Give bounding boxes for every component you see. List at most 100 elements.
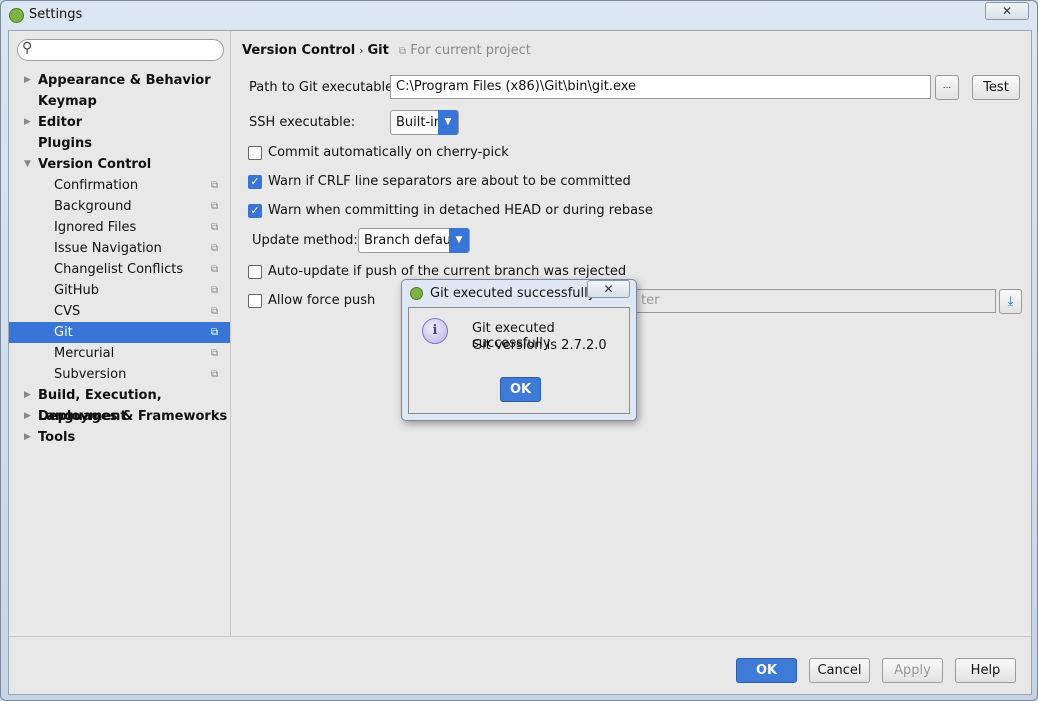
project-scope-icon: ⧉ <box>211 327 219 338</box>
sidebar-item-label: Issue Navigation <box>54 241 162 256</box>
sidebar-item-label: Background <box>54 199 132 214</box>
ssh-executable-select[interactable]: Built-in ▼ <box>390 110 459 135</box>
sidebar-item-label: Keymap <box>38 94 97 109</box>
git-path-label: Path to Git executable: <box>249 80 398 95</box>
sidebar-item-background[interactable]: Background ⧉ <box>9 196 230 217</box>
breadcrumb: Version Control › Git ⧉ For current proj… <box>242 43 531 58</box>
sidebar-item-label: Ignored Files <box>54 220 137 235</box>
sidebar-item-cvs[interactable]: CVS ⧉ <box>9 301 230 322</box>
sidebar-item-plugins[interactable]: Plugins <box>9 133 230 154</box>
sidebar-item-label: Languages & Frameworks <box>38 409 228 424</box>
scope-label: For current project <box>410 43 531 58</box>
auto-update-checkbox[interactable] <box>248 265 262 279</box>
collapsed-arrow-icon[interactable]: ▶ <box>24 385 31 406</box>
git-path-input[interactable]: C:\Program Files (x86)\Git\bin\git.exe <box>390 75 931 99</box>
project-scope-icon: ⧉ <box>211 348 219 359</box>
sidebar-item-changelist-conflicts[interactable]: Changelist Conflicts ⧉ <box>9 259 230 280</box>
sidebar-item-build-execution-deployment[interactable]: ▶ Build, Execution, Deployment <box>9 385 230 424</box>
help-button[interactable]: Help <box>955 658 1016 683</box>
sidebar-item-editor[interactable]: ▶ Editor <box>9 112 230 133</box>
project-scope-icon: ⧉ <box>211 285 219 296</box>
project-scope-icon: ⧉ <box>211 243 219 254</box>
test-button[interactable]: Test <box>972 75 1020 100</box>
project-scope-icon: ⧉ <box>211 264 219 275</box>
dialog-message-line2: Git version is 2.7.2.0 <box>472 338 607 353</box>
detached-head-checkbox[interactable]: ✓ <box>248 204 262 218</box>
crlf-label: Warn if CRLF line separators are about t… <box>268 174 631 189</box>
sidebar-item-git[interactable]: Git ⧉ <box>9 322 230 343</box>
sidebar-item-label: Mercurial <box>54 346 115 361</box>
sidebar-item-label: GitHub <box>54 283 100 298</box>
sidebar-item-label: Changelist Conflicts <box>54 262 184 277</box>
breadcrumb-separator: › <box>359 46 364 57</box>
sidebar-item-issue-navigation[interactable]: Issue Navigation ⧉ <box>9 238 230 259</box>
detached-head-label: Warn when committing in detached HEAD or… <box>268 203 653 218</box>
ssh-label: SSH executable: <box>249 115 356 130</box>
cancel-button[interactable]: Cancel <box>809 658 870 683</box>
sidebar-item-label: Git <box>54 325 73 340</box>
sidebar-item-label: Subversion <box>54 367 127 382</box>
settings-search-input[interactable]: ⚲ <box>17 39 224 61</box>
crlf-checkbox[interactable]: ✓ <box>248 175 262 189</box>
update-method-value: Branch default <box>364 233 460 248</box>
protected-branches-edit-button[interactable]: ⤓ <box>999 289 1022 314</box>
settings-sidebar: ⚲ ▶ Appearance & Behavior Keymap ▶ Editor Plu… <box>9 31 231 636</box>
collapsed-arrow-icon[interactable]: ▶ <box>24 112 31 133</box>
sidebar-item-label: Editor <box>38 115 83 130</box>
project-scope-icon: ⧉ <box>211 306 219 317</box>
project-scope-icon: ⧉ <box>211 201 219 212</box>
update-method-label: Update method: <box>252 233 358 248</box>
android-studio-icon <box>410 287 423 300</box>
git-success-dialog: Git executed successfully ✕ i Git execut… <box>401 279 637 421</box>
browse-button[interactable]: ... <box>935 75 959 100</box>
sidebar-item-subversion[interactable]: Subversion ⧉ <box>9 364 230 385</box>
sidebar-item-version-control[interactable]: ▼ Version Control <box>9 154 230 175</box>
window-close-button[interactable]: ✕ <box>985 2 1029 20</box>
dialog-close-button[interactable]: ✕ <box>587 280 630 298</box>
force-push-checkbox[interactable] <box>248 294 262 308</box>
collapsed-arrow-icon[interactable]: ▶ <box>24 70 31 91</box>
android-studio-icon <box>9 8 24 23</box>
dialog-footer: OK Cancel Apply Help <box>9 636 1031 694</box>
sidebar-item-label: Appearance & Behavior <box>38 73 211 88</box>
sidebar-item-label: Confirmation <box>54 178 139 193</box>
ok-button[interactable]: OK <box>736 658 797 683</box>
update-method-select[interactable]: Branch default ▼ <box>358 228 470 253</box>
sidebar-item-label: CVS <box>54 304 81 319</box>
chevron-down-icon: ▼ <box>449 228 469 253</box>
sidebar-item-appearance-behavior[interactable]: ▶ Appearance & Behavior <box>9 70 230 91</box>
sidebar-item-keymap[interactable]: Keymap <box>9 91 230 112</box>
breadcrumb-current: Git <box>367 43 389 58</box>
sidebar-item-label: Plugins <box>38 136 92 151</box>
project-scope-icon: ⧉ <box>211 369 219 380</box>
auto-update-label: Auto-update if push of the current branc… <box>268 264 627 279</box>
expanded-arrow-icon[interactable]: ▼ <box>24 154 31 175</box>
collapsed-arrow-icon[interactable]: ▶ <box>24 427 31 448</box>
dialog-title: Git executed successfully <box>430 286 596 301</box>
project-scope-icon: ⧉ <box>399 46 407 57</box>
sidebar-item-github[interactable]: GitHub ⧉ <box>9 280 230 301</box>
sidebar-item-label: Version Control <box>38 157 152 172</box>
project-scope-icon: ⧉ <box>211 180 219 191</box>
sidebar-item-mercurial[interactable]: Mercurial ⧉ <box>9 343 230 364</box>
sidebar-item-tools[interactable]: ▶ Tools <box>9 427 230 448</box>
breadcrumb-parent: Version Control <box>242 43 356 58</box>
sidebar-item-confirmation[interactable]: Confirmation ⧉ <box>9 175 230 196</box>
sidebar-item-label: Tools <box>38 430 76 445</box>
sidebar-item-ignored-files[interactable]: Ignored Files ⧉ <box>9 217 230 238</box>
chevron-down-icon: ▼ <box>438 110 458 135</box>
apply-button[interactable]: Apply <box>882 658 943 683</box>
sidebar-item-languages-frameworks[interactable]: ▶ Languages & Frameworks <box>9 406 230 427</box>
protected-branches-input[interactable]: ter <box>612 289 996 313</box>
info-icon: i <box>422 318 448 344</box>
ssh-value: Built-in <box>396 115 443 130</box>
protected-branches-text: ter <box>641 293 660 308</box>
window-title: Settings <box>29 7 83 22</box>
collapsed-arrow-icon[interactable]: ▶ <box>24 406 31 427</box>
search-icon: ⚲ <box>22 40 33 56</box>
dialog-ok-button[interactable]: OK <box>500 377 541 402</box>
cherry-pick-checkbox[interactable] <box>248 146 262 160</box>
force-push-label: Allow force push <box>268 293 376 308</box>
project-scope-icon: ⧉ <box>211 222 219 233</box>
cherry-pick-label: Commit automatically on cherry-pick <box>268 145 509 160</box>
